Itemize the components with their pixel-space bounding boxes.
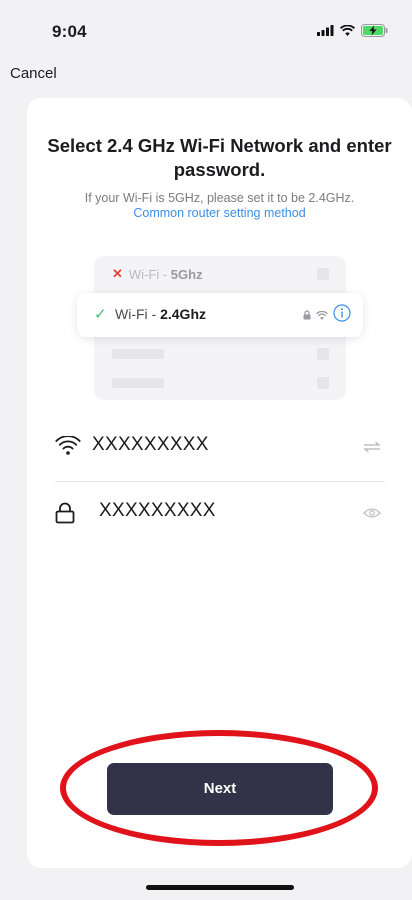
status-bar: 9:04 (0, 0, 412, 60)
status-time: 9:04 (52, 22, 87, 41)
lock-icon (55, 502, 75, 529)
wifi-icon (340, 25, 355, 36)
wifi-name-field[interactable]: XXXXXXXXX (55, 418, 385, 478)
placeholder-block (317, 377, 329, 389)
battery-charging-icon (361, 24, 388, 37)
network-label-5ghz: Wi-Fi - 5Ghz (128, 266, 203, 282)
next-button[interactable]: Next (107, 763, 333, 815)
placeholder-block (112, 349, 164, 359)
signal-icon (317, 25, 334, 36)
network-status-icons (303, 304, 351, 327)
placeholder-block (112, 378, 164, 388)
page-title: Select 2.4 GHz Wi-Fi Network and enter p… (47, 135, 392, 180)
status-icons (317, 24, 388, 37)
eye-icon[interactable] (363, 506, 381, 524)
placeholder-block (317, 268, 329, 280)
router-setting-link[interactable]: Common router setting method (27, 206, 412, 221)
switch-network-icon[interactable] (363, 440, 381, 458)
close-icon: ✕ (112, 266, 123, 281)
lock-icon (303, 307, 311, 325)
network-row-24ghz: ✓ Wi-Fi - 2.4Ghz (77, 293, 363, 337)
wifi-name-value: XXXXXXXXX (92, 434, 209, 455)
page-subtitle: If your Wi-Fi is 5GHz, please set it to … (84, 191, 355, 205)
field-divider (55, 481, 385, 482)
wifi-icon (55, 435, 81, 461)
info-icon (333, 304, 351, 327)
check-icon: ✓ (94, 306, 107, 323)
home-indicator (146, 885, 294, 890)
wifi-icon (316, 307, 328, 325)
password-value: XXXXXXXXX (99, 500, 216, 521)
network-label-24ghz: Wi-Fi - 2.4Ghz (115, 306, 206, 322)
placeholder-block (317, 348, 329, 360)
cancel-button[interactable]: Cancel (10, 65, 57, 82)
network-row-5ghz: ✕ Wi-Fi - 5Ghz (112, 266, 203, 282)
password-field[interactable]: XXXXXXXXX (55, 484, 385, 544)
